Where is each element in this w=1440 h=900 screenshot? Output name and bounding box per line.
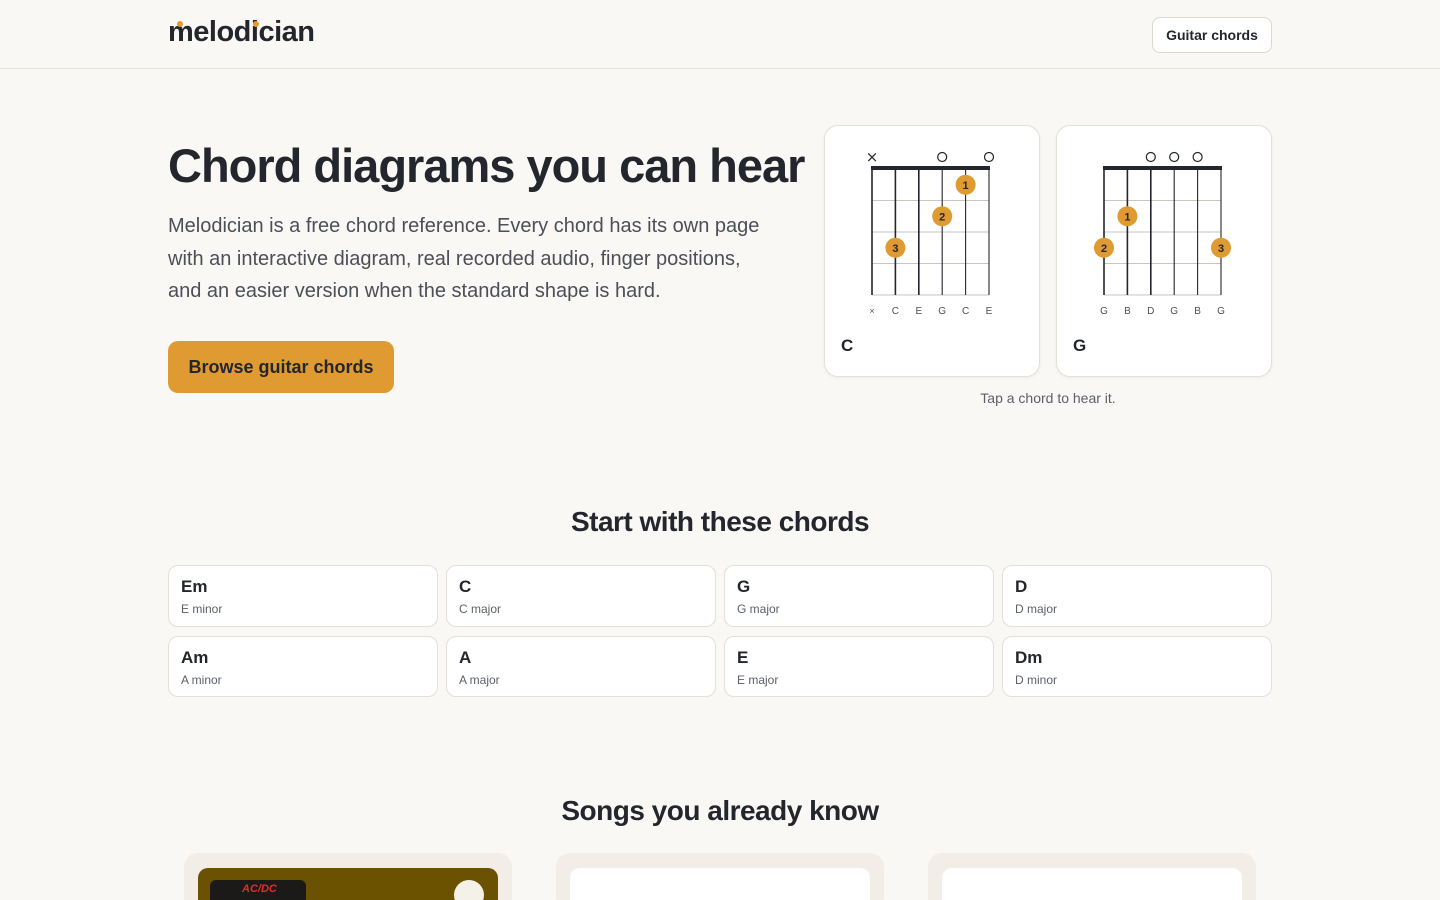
string-note-label: G [1100,306,1108,317]
string-note-label: × [869,306,874,316]
hero-title: Chord diagrams you can hear [168,139,805,192]
chord-diagram: × 1 2 3 × C E G C E [866,148,995,317]
songs-section-title: Songs you already know [561,795,879,826]
chord-tile-fullname: D minor [1015,673,1058,687]
finger-number: 2 [939,211,945,223]
logo-dot-icon [177,21,183,27]
finger-number: 3 [892,243,898,255]
chord-diagram-name: G [1073,336,1087,355]
chord-tile[interactable]: D D major [1002,565,1272,627]
chord-tile-fullname: D major [1015,602,1058,616]
chord-tile[interactable]: C C major [446,565,716,627]
chord-tile-name: A [459,648,472,667]
chord-tile-name: C [459,577,472,596]
nut [1103,166,1222,170]
spotify-embed[interactable]: AC/DC [198,868,498,900]
song-card [928,853,1256,900]
spotify-icon[interactable] [454,880,484,900]
browse-guitar-chords-button[interactable]: Browse guitar chords [168,341,394,393]
chord-tile[interactable]: Am A minor [168,636,438,697]
string-note-label: B [1194,306,1201,317]
site-header: melodician Guitar chords [0,0,1440,69]
string-note-label: E [915,306,922,317]
logo-text: melodician [168,16,315,48]
chord-tile-fullname: A major [459,673,500,687]
nut [871,166,990,170]
string-note-label: E [986,306,993,317]
string-note-label: G [1170,306,1178,317]
chord-tile[interactable]: A A major [446,636,716,697]
chord-tile-fullname: E major [737,673,779,687]
finger-number: 1 [1124,211,1130,223]
song-card: AC/DC [184,853,512,900]
open-string-marker [1169,151,1180,163]
chord-tile[interactable]: E E major [724,636,994,697]
chord-diagram-card-g[interactable]: 1 2 3 G B D G B G G [1056,125,1272,377]
tap-hint: Tap a chord to hear it. [980,390,1116,406]
open-string-marker [1192,151,1203,163]
chord-tile[interactable]: G G major [724,565,994,627]
chord-tile-name: Dm [1015,648,1043,667]
chord-diagram-name: C [841,336,854,355]
song-embed-placeholder[interactable] [942,868,1242,900]
string-note-label: D [1147,306,1154,317]
song-card [556,853,884,900]
finger-number: 1 [963,180,969,192]
chord-tile-name: D [1015,577,1028,596]
guitar-chords-nav-button[interactable]: Guitar chords [1152,17,1272,53]
finger-number: 2 [1101,243,1107,255]
chord-diagram-card-c[interactable]: × 1 2 3 × C E G C E C [824,125,1040,377]
chord-tile-fullname: C major [459,602,502,616]
chord-diagram: 1 2 3 G B D G B G [1094,151,1231,317]
song-embed-placeholder[interactable] [570,868,870,900]
chords-section-title: Start with these chords [570,506,870,537]
open-string-marker [937,151,948,163]
chord-tile-name: G [737,577,751,596]
open-string-marker [983,151,995,163]
logo[interactable]: melodician [168,16,315,49]
string-note-label: C [892,306,899,317]
finger-number: 3 [1218,243,1224,255]
album-art-text: AC/DC [242,883,277,895]
chord-tile-name: Em [181,577,208,596]
hero-description: Melodician is a free chord reference. Ev… [168,215,760,302]
chord-tile-fullname: E minor [181,602,223,616]
string-note-label: G [938,306,946,317]
chord-tile-name: Am [181,648,209,667]
open-string-marker [1145,151,1156,163]
string-note-label: B [1124,306,1131,317]
chord-tile-fullname: G major [737,602,780,616]
logo-dot-icon [253,21,259,27]
album-art: AC/DC [210,880,306,900]
string-note-label: C [962,306,969,317]
string-note-label: G [1217,306,1225,317]
chord-tile-fullname: A minor [181,673,222,687]
chord-tile-name: E [737,648,749,667]
chord-tile[interactable]: Dm D minor [1002,636,1272,697]
chord-tile[interactable]: Em E minor [168,565,438,627]
muted-string-marker: × [866,148,879,166]
